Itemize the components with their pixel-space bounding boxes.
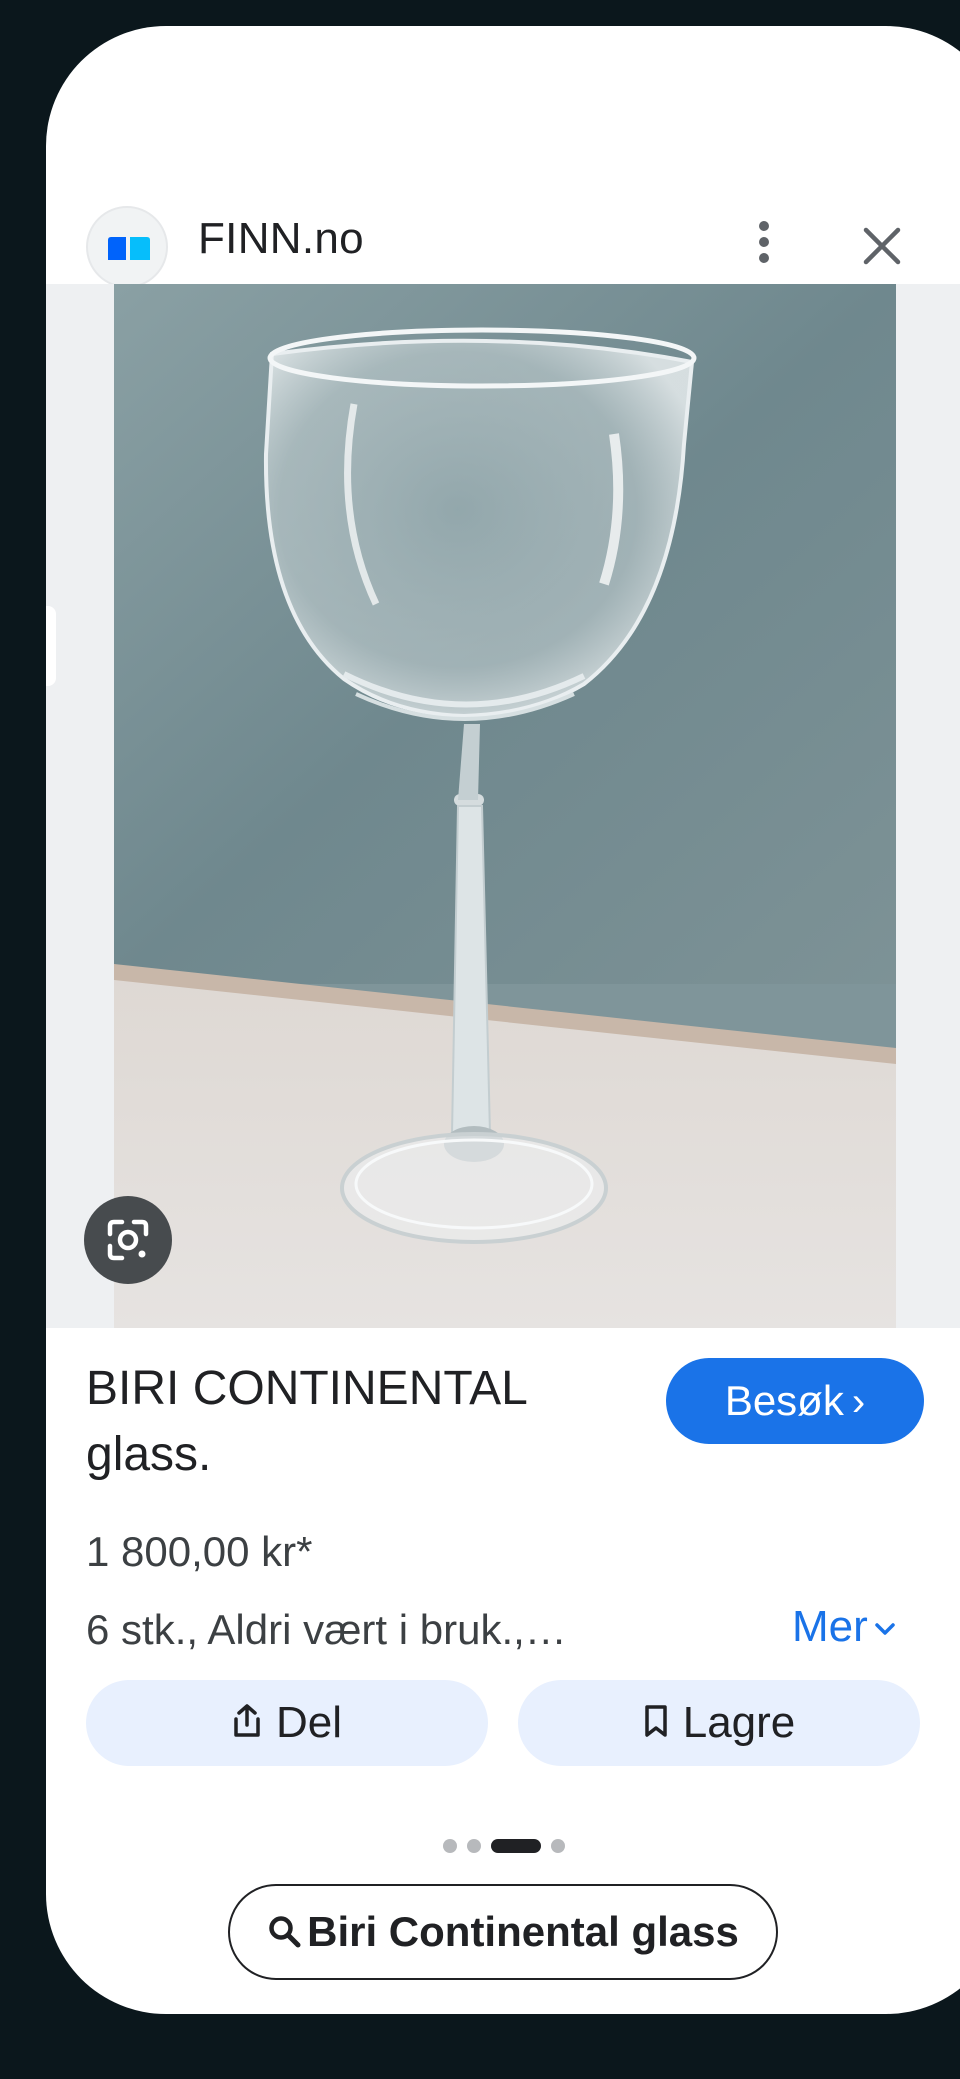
close-icon bbox=[863, 227, 901, 265]
site-logo bbox=[86, 206, 168, 288]
listing-title[interactable]: BIRI CONTINENTAL glass. bbox=[86, 1356, 606, 1488]
image-viewer[interactable] bbox=[46, 284, 960, 1328]
wine-glass-photo bbox=[114, 284, 896, 1328]
pagination-dot bbox=[551, 1839, 565, 1853]
bookmark-icon bbox=[644, 1705, 667, 1738]
listing-title-line1: BIRI CONTINENTAL bbox=[86, 1362, 528, 1415]
finn-logo-icon bbox=[108, 237, 150, 260]
more-button-label: Mer bbox=[792, 1602, 868, 1651]
more-vert-icon bbox=[759, 221, 769, 263]
save-button[interactable]: Lagre bbox=[518, 1680, 920, 1766]
share-button-label: Del bbox=[275, 1698, 343, 1747]
previous-image-peek[interactable] bbox=[46, 606, 56, 686]
listing-title-line2: glass. bbox=[86, 1428, 212, 1481]
chevron-right-icon: › bbox=[851, 1380, 866, 1424]
pagination-dot-active bbox=[491, 1839, 541, 1853]
result-card: FINN.no BIRI CONTINENTAL glass. Besøk › … bbox=[46, 26, 960, 2014]
product-photo[interactable] bbox=[114, 284, 896, 1328]
google-lens-icon bbox=[107, 1219, 149, 1261]
more-options-button[interactable] bbox=[734, 202, 794, 282]
chevron-down-icon bbox=[875, 1623, 895, 1636]
pagination-dots bbox=[443, 1836, 583, 1856]
search-icon bbox=[269, 1916, 301, 1948]
site-name: FINN.no bbox=[198, 214, 364, 263]
save-button-label: Lagre bbox=[682, 1698, 796, 1747]
related-search-chip[interactable]: Biri Continental glass bbox=[228, 1884, 778, 1980]
visit-button[interactable]: Besøk › bbox=[666, 1358, 924, 1444]
visit-button-label: Besøk bbox=[724, 1377, 844, 1424]
share-icon bbox=[234, 1704, 260, 1738]
google-lens-button[interactable] bbox=[84, 1196, 172, 1284]
more-button[interactable]: Mer bbox=[792, 1602, 896, 1652]
listing-description: 6 stk., Aldri vært i bruk.,… bbox=[86, 1606, 567, 1653]
share-button[interactable]: Del bbox=[86, 1680, 488, 1766]
related-search-label: Biri Continental glass bbox=[307, 1908, 739, 1955]
pagination-dot bbox=[443, 1839, 457, 1853]
pagination-dot bbox=[467, 1839, 481, 1853]
listing-price: 1 800,00 kr* bbox=[86, 1528, 313, 1575]
close-button[interactable] bbox=[844, 208, 920, 284]
